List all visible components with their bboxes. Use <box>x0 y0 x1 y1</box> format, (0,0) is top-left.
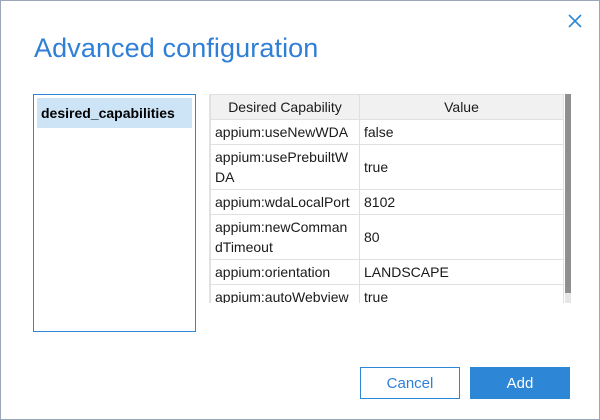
close-button[interactable] <box>564 10 586 32</box>
value-cell[interactable]: false <box>359 119 564 145</box>
table-row: appium:useNewWDA false <box>210 119 564 145</box>
advanced-configuration-dialog: Advanced configuration desired_capabilit… <box>0 0 600 420</box>
table-header-row: Desired Capability Value <box>210 94 564 120</box>
column-header-value[interactable]: Value <box>359 94 564 120</box>
capability-cell[interactable]: appium:autoWebview <box>210 284 360 303</box>
table-row: appium:usePrebuiltWDA true <box>210 144 564 190</box>
value-cell[interactable]: true <box>359 284 564 303</box>
capability-cell[interactable]: appium:useNewWDA <box>210 119 360 145</box>
column-header-capability[interactable]: Desired Capability <box>210 94 360 120</box>
capabilities-table: Desired Capability Value appium:useNewWD… <box>210 94 564 303</box>
value-cell[interactable]: true <box>359 144 564 190</box>
value-cell[interactable]: 80 <box>359 214 564 260</box>
table-row: appium:orientation LANDSCAPE <box>210 259 564 285</box>
cancel-button[interactable]: Cancel <box>360 367 460 399</box>
value-cell[interactable]: LANDSCAPE <box>359 259 564 285</box>
table-row: appium:wdaLocalPort 8102 <box>210 189 564 215</box>
table-row: appium:newCommandTimeout 80 <box>210 214 564 260</box>
capabilities-table-container[interactable]: Desired Capability Value appium:useNewWD… <box>209 94 570 303</box>
capability-cell[interactable]: appium:newCommandTimeout <box>210 214 360 260</box>
category-list[interactable]: desired_capabilities <box>33 94 196 332</box>
table-row: appium:autoWebview true <box>210 284 564 303</box>
capability-cell[interactable]: appium:wdaLocalPort <box>210 189 360 215</box>
value-cell[interactable]: 8102 <box>359 189 564 215</box>
scrollbar-thumb[interactable] <box>565 94 571 293</box>
close-icon <box>568 14 582 28</box>
table-scrollbar[interactable] <box>565 94 571 303</box>
capability-cell[interactable]: appium:usePrebuiltWDA <box>210 144 360 190</box>
capability-cell[interactable]: appium:orientation <box>210 259 360 285</box>
add-button[interactable]: Add <box>470 367 570 399</box>
category-item-desired-capabilities[interactable]: desired_capabilities <box>37 98 192 128</box>
dialog-title: Advanced configuration <box>34 33 319 63</box>
